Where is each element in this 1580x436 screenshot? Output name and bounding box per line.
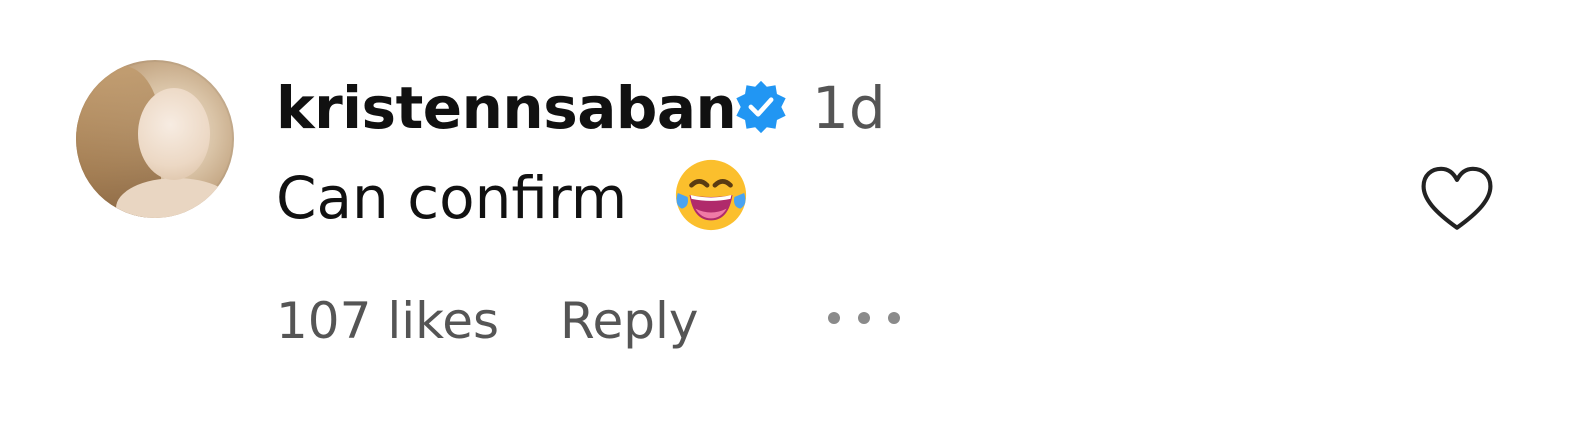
heart-icon[interactable]	[1418, 164, 1496, 234]
user-avatar[interactable]	[76, 60, 234, 218]
comment-timestamp: 1d	[812, 74, 886, 142]
verified-badge-icon	[736, 80, 786, 134]
reply-button[interactable]: Reply	[560, 288, 698, 354]
more-options-icon[interactable]	[822, 306, 906, 330]
comment-text: Can confirm	[276, 164, 628, 232]
likes-count[interactable]: 107 likes	[276, 288, 499, 354]
comment-username[interactable]: kristennsaban	[276, 72, 737, 144]
tears-of-joy-emoji-icon	[675, 159, 747, 231]
